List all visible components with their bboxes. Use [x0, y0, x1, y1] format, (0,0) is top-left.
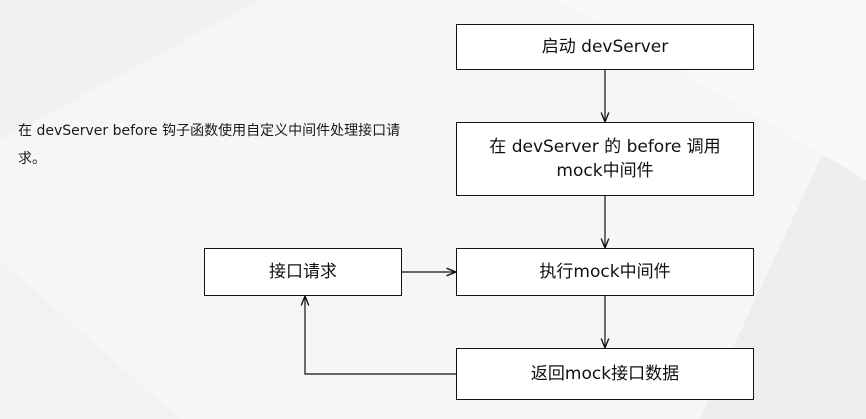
description-text: 在 devServer before 钩子函数使用自定义中间件处理接口请求。 — [18, 123, 401, 167]
node-exec-label: 执行mock中间件 — [539, 262, 671, 282]
node-api-request: 接口请求 — [204, 248, 402, 296]
node-start-devserver: 启动 devServer — [456, 24, 754, 70]
node-return-mock-data: 返回mock接口数据 — [456, 348, 754, 400]
node-return-label: 返回mock接口数据 — [530, 364, 680, 384]
node-execute-mock: 执行mock中间件 — [456, 248, 754, 296]
node-before-hook: 在 devServer 的 before 调用mock中间件 — [456, 122, 754, 196]
node-start-label: 启动 devServer — [541, 37, 669, 57]
node-request-label: 接口请求 — [269, 262, 337, 282]
node-before-label: 在 devServer 的 before 调用mock中间件 — [489, 137, 721, 181]
